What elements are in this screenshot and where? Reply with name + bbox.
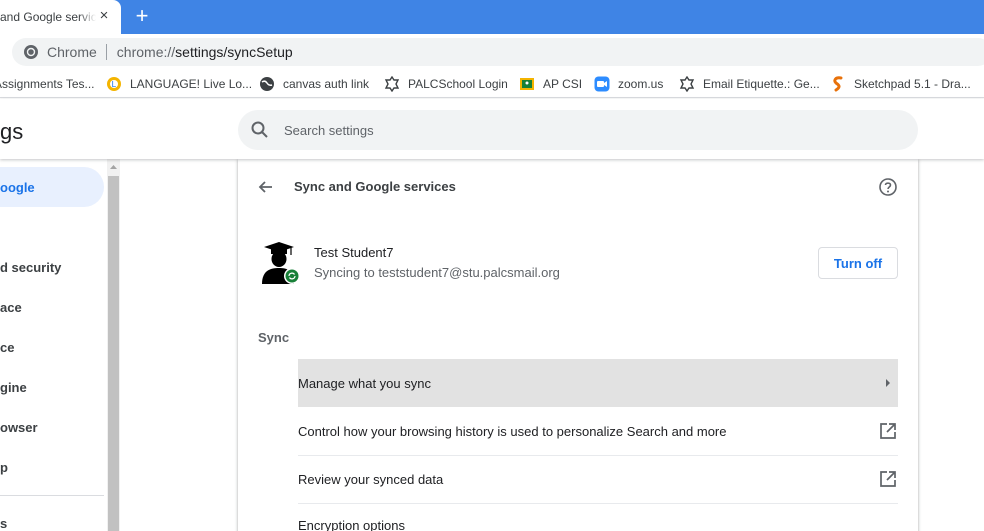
settings-sidebar: oogle d security ace ce gine owser p s — [0, 159, 108, 531]
manage-what-you-sync-row[interactable]: Manage what you sync — [298, 359, 898, 407]
sidebar-item-default-browser[interactable]: owser — [0, 407, 104, 447]
search-settings-field[interactable]: Search settings — [238, 110, 918, 150]
new-tab-button[interactable]: + — [131, 5, 153, 27]
back-arrow-icon[interactable] — [256, 177, 276, 197]
row-label: Manage what you sync — [298, 375, 431, 391]
bookmark-label: LANGUAGE! Live Lo... — [130, 77, 253, 91]
card-title: Sync and Google services — [294, 179, 456, 194]
bookmark-label: Assignments Tes... — [0, 77, 95, 91]
classroom-icon — [520, 78, 534, 90]
sidebar-item-advanced[interactable]: s — [0, 503, 104, 531]
review-synced-data-row[interactable]: Review your synced data — [298, 455, 898, 503]
settings-header: gs Search settings — [0, 99, 984, 159]
puzzle-icon — [679, 76, 695, 92]
bookmark-assignments[interactable]: Assignments Tes... — [0, 70, 95, 97]
tab-strip: and Google servic × + — [0, 0, 984, 34]
zoom-icon — [594, 76, 610, 92]
help-icon[interactable] — [878, 177, 898, 197]
sidebar-scrollbar[interactable] — [107, 159, 120, 531]
bookmark-label: Email Etiquette.: Ge... — [703, 77, 820, 91]
tab-title: and Google servic — [0, 10, 96, 24]
bookmark-canvas-auth[interactable]: canvas auth link — [259, 70, 370, 97]
avatar — [262, 242, 300, 284]
open-in-new-icon — [880, 471, 896, 487]
url-path: settings/syncSetup — [175, 44, 293, 60]
bookmark-label: zoom.us — [618, 77, 664, 91]
sidebar-item-you-and-google[interactable]: oogle — [0, 167, 104, 207]
scroll-up-arrow-icon[interactable] — [107, 161, 120, 173]
arrow-right-icon — [886, 379, 890, 387]
bookmark-label: PALCSchool Login — [408, 77, 508, 91]
row-label: Encryption options — [298, 517, 405, 531]
sidebar-item-search-engine[interactable]: gine — [0, 367, 104, 407]
url-scheme: chrome:// — [116, 44, 176, 60]
open-in-new-icon — [880, 423, 896, 439]
turn-off-sync-button[interactable]: Turn off — [818, 247, 898, 279]
chip-separator — [105, 44, 107, 60]
sidebar-item-autofill[interactable]: ce — [0, 327, 104, 367]
bookmark-label: AP CSI — [543, 77, 583, 91]
sidebar-divider — [0, 495, 104, 496]
row-label: Control how your browsing history is use… — [298, 423, 727, 439]
globe-icon — [260, 77, 274, 91]
bookmark-email-etiquette[interactable]: Email Etiquette.: Ge... — [679, 70, 820, 97]
sync-settings-card: Sync and Google services Test Student7 S… — [238, 159, 918, 531]
close-tab-icon[interactable]: × — [97, 8, 111, 23]
account-name: Test Student7 — [314, 245, 394, 260]
browser-tab-active[interactable]: and Google servic × — [0, 0, 121, 34]
sidebar-item-appearance[interactable]: ace — [0, 287, 104, 327]
sketchpad-icon — [833, 76, 843, 92]
encryption-options-row[interactable]: Encryption options — [298, 501, 898, 531]
row-label: Review your synced data — [298, 471, 444, 487]
puzzle-icon — [384, 76, 400, 92]
bookmark-language-live[interactable]: L LANGUAGE! Live Lo... — [106, 70, 253, 97]
scrollbar-thumb[interactable] — [108, 176, 119, 531]
url-text[interactable]: chrome://settings/syncSetup — [117, 44, 293, 60]
sidebar-item-on-startup[interactable]: p — [0, 447, 104, 487]
browser-toolbar: Chrome chrome://settings/syncSetup — [0, 34, 984, 70]
search-icon — [251, 121, 268, 138]
search-placeholder: Search settings — [284, 122, 374, 138]
sidebar-item-privacy-and-security[interactable]: d security — [0, 247, 104, 287]
bookmark-palcschool-login[interactable]: PALCSchool Login — [384, 70, 508, 97]
bookmark-label: Sketchpad 5.1 - Dra... — [854, 77, 971, 91]
address-bar[interactable]: Chrome chrome://settings/syncSetup — [12, 38, 984, 66]
bookmark-ap-csi[interactable]: AP CSI — [519, 70, 583, 97]
personalize-search-row[interactable]: Control how your browsing history is use… — [298, 407, 898, 455]
bookmark-label: canvas auth link — [283, 77, 370, 91]
bookmarks-bar: Assignments Tes... L LANGUAGE! Live Lo..… — [0, 70, 984, 98]
site-chip: Chrome — [47, 44, 97, 60]
chrome-icon — [24, 45, 38, 59]
page-title: gs — [0, 119, 24, 144]
language-live-icon: L — [107, 77, 121, 91]
sync-section-label: Sync — [258, 330, 290, 345]
bookmark-zoom[interactable]: zoom.us — [594, 70, 664, 97]
bookmark-sketchpad[interactable]: Sketchpad 5.1 - Dra... — [830, 70, 971, 97]
account-row: Test Student7 Syncing to teststudent7@st… — [258, 239, 898, 289]
svg-text:L: L — [112, 80, 117, 89]
card-header: Sync and Google services — [238, 167, 918, 207]
sync-status-text: Syncing to teststudent7@stu.palcsmail.or… — [314, 265, 560, 280]
